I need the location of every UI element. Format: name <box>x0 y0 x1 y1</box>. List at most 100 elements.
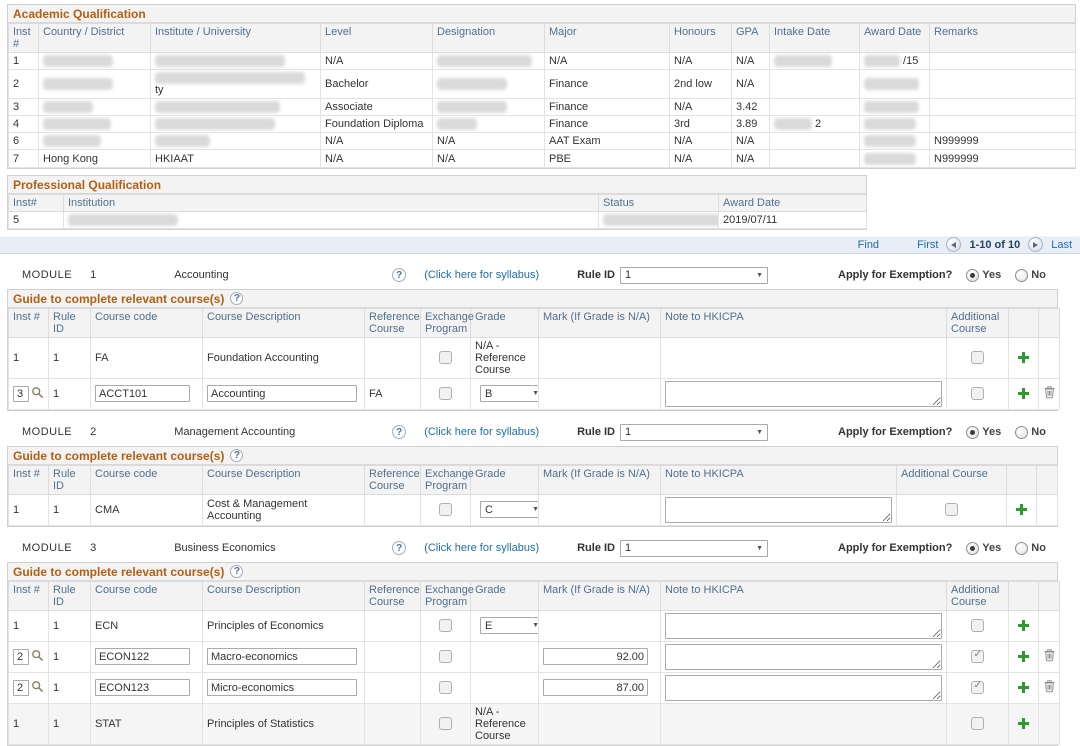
rule-id-cell: 1 <box>49 494 91 525</box>
delete-row-icon[interactable] <box>1044 390 1055 402</box>
course-description-cell: Principles of Statistics <box>203 703 365 744</box>
redacted-content <box>155 135 210 147</box>
additional-course-checkbox[interactable] <box>971 717 984 730</box>
syllabus-link[interactable]: (Click here for syllabus) <box>424 426 539 438</box>
additional-course-checkbox[interactable] <box>971 351 984 364</box>
redacted-content <box>155 118 275 130</box>
exemption-no-radio[interactable] <box>1015 542 1028 555</box>
exchange-program-checkbox[interactable] <box>439 351 452 364</box>
guide-title-text: Guide to complete relevant course(s) <box>13 449 224 463</box>
add-row-icon[interactable] <box>1018 388 1029 399</box>
exemption-no-radio[interactable] <box>1015 426 1028 439</box>
rule-id-select[interactable]: 1▼ <box>620 424 768 441</box>
table-cell <box>64 211 599 228</box>
exchange-program-checkbox[interactable] <box>439 650 452 663</box>
exchange-program-checkbox[interactable] <box>439 387 452 400</box>
exemption-no-label: No <box>1031 269 1046 281</box>
delete-row-icon[interactable] <box>1044 653 1055 665</box>
additional-course-checkbox[interactable] <box>971 387 984 400</box>
redacted-content <box>864 153 916 165</box>
column-header: Designation <box>433 24 545 53</box>
exchange-program-checkbox[interactable] <box>439 503 452 516</box>
grade-select[interactable]: E▼ <box>480 617 539 634</box>
exchange-program-checkbox[interactable] <box>439 717 452 730</box>
last-link[interactable]: Last <box>1051 239 1072 251</box>
module-section-1: MODULE1Accounting?(Click here for syllab… <box>0 267 1080 411</box>
syllabus-link[interactable]: (Click here for syllabus) <box>424 542 539 554</box>
first-link[interactable]: First <box>917 239 938 251</box>
table-cell <box>151 133 321 150</box>
help-icon[interactable]: ? <box>230 292 243 305</box>
rule-id-select[interactable]: 1▼ <box>620 540 768 557</box>
redacted-content <box>43 78 113 90</box>
lookup-icon[interactable] <box>31 649 44 665</box>
help-icon[interactable]: ? <box>392 541 406 555</box>
add-row-icon[interactable] <box>1018 651 1029 662</box>
table-cell <box>930 70 1076 99</box>
table-header-row: Inst #Country / DistrictInstitute / Univ… <box>9 24 1076 53</box>
additional-course-checkbox[interactable] <box>945 503 958 516</box>
note-to-hkicpa-textarea[interactable] <box>665 381 942 407</box>
exemption-yes-radio[interactable] <box>966 542 979 555</box>
exemption-yes-radio[interactable] <box>966 426 979 439</box>
cell-text: N999999 <box>934 135 979 147</box>
note-to-hkicpa-textarea[interactable] <box>665 644 942 670</box>
table-cell <box>599 211 719 228</box>
rule-id-label: Rule ID <box>577 426 615 438</box>
inst-number-input[interactable] <box>13 386 29 402</box>
redacted-content <box>43 101 93 113</box>
column-header: Reference Course <box>365 581 421 610</box>
course-code-input[interactable] <box>95 648 190 665</box>
column-header: Country / District <box>39 24 151 53</box>
chevron-down-icon: ▼ <box>756 545 763 552</box>
find-link[interactable]: Find <box>858 239 879 251</box>
help-icon[interactable]: ? <box>230 449 243 462</box>
next-page-icon[interactable] <box>1028 237 1043 252</box>
mark-cell <box>539 703 661 744</box>
course-code-cell: ECN <box>91 610 203 641</box>
cell-text: Hong Kong <box>43 153 98 165</box>
exchange-program-cell <box>421 703 471 744</box>
previous-page-icon[interactable] <box>946 237 961 252</box>
course-code-cell: STAT <box>91 703 203 744</box>
academic-qualification-panel: Academic Qualification Inst #Country / D… <box>7 4 1076 169</box>
exchange-program-checkbox[interactable] <box>439 619 452 632</box>
delete-row-icon[interactable] <box>1044 684 1055 696</box>
help-icon[interactable]: ? <box>230 565 243 578</box>
additional-course-checkbox[interactable] <box>971 650 984 663</box>
grade-select[interactable]: B▼ <box>480 385 539 402</box>
guide-grid: Guide to complete relevant course(s)?Ins… <box>7 289 1058 411</box>
help-icon[interactable]: ? <box>392 425 406 439</box>
course-code-cell: CMA <box>91 494 203 525</box>
column-header: Rule ID <box>49 581 91 610</box>
table-cell: 6 <box>9 133 39 150</box>
syllabus-link[interactable]: (Click here for syllabus) <box>424 269 539 281</box>
table-cell <box>39 53 151 70</box>
course-code-input[interactable] <box>95 385 190 402</box>
icon-column-header <box>1039 581 1060 610</box>
note-to-hkicpa-textarea[interactable] <box>665 497 892 523</box>
lookup-icon[interactable] <box>31 386 44 402</box>
help-icon[interactable]: ? <box>392 268 406 282</box>
exchange-program-cell <box>421 641 471 672</box>
exemption-yes-radio[interactable] <box>966 269 979 282</box>
grade-select[interactable]: C▼ <box>480 501 539 518</box>
course-grid-header-row: Inst #Rule IDCourse codeCourse Descripti… <box>9 581 1060 610</box>
add-row-icon[interactable] <box>1016 504 1027 515</box>
course-description-input[interactable] <box>207 648 357 665</box>
add-row-icon[interactable] <box>1018 352 1029 363</box>
course-grid-table: Inst #Rule IDCourse codeCourse Descripti… <box>8 465 1058 526</box>
table-cell: N/A <box>670 53 732 70</box>
reference-course-cell <box>365 494 421 525</box>
exemption-no-radio[interactable] <box>1015 269 1028 282</box>
course-description-input[interactable] <box>207 385 357 402</box>
inst-number-input[interactable] <box>13 649 29 665</box>
add-row-icon[interactable] <box>1018 718 1029 729</box>
note-to-hkicpa-textarea[interactable] <box>665 613 942 639</box>
cell-text: N/A <box>674 101 692 113</box>
mark-input[interactable] <box>543 648 648 665</box>
rule-id-select[interactable]: 1▼ <box>620 267 768 284</box>
additional-course-checkbox[interactable] <box>971 619 984 632</box>
additional-course-cell <box>947 610 1009 641</box>
add-row-icon[interactable] <box>1018 620 1029 631</box>
